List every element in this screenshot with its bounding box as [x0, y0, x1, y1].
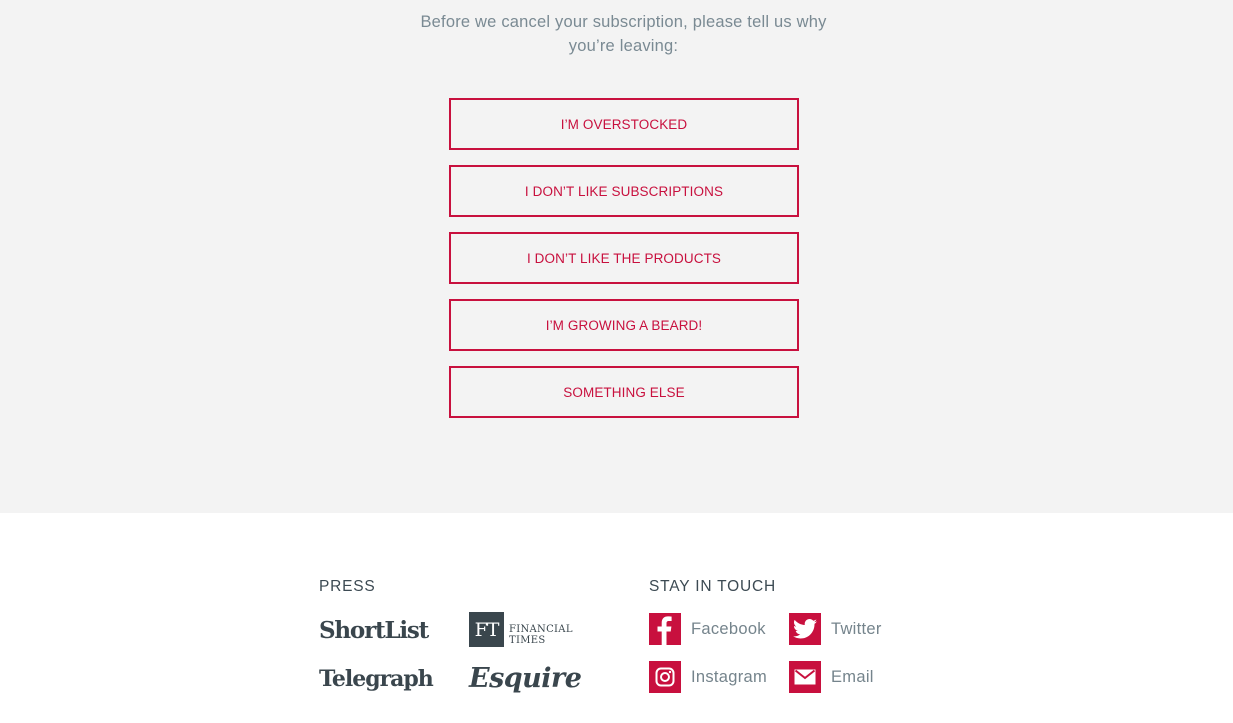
footer: PRESS STAY IN TOUCH ShortList FT FINANCI… [0, 513, 1233, 723]
reason-dislike-products-button[interactable]: I DON’T LIKE THE PRODUCTS [449, 232, 799, 284]
email-icon [789, 661, 821, 693]
facebook-icon [649, 613, 681, 645]
press-heading: PRESS [319, 578, 376, 595]
twitter-icon [789, 613, 821, 645]
twitter-label: Twitter [831, 619, 882, 638]
esquire-logo: Esquire [469, 663, 582, 694]
financial-times-logo: FT FINANCIAL TIMES [469, 612, 573, 647]
telegraph-logo: Telegraph [319, 666, 434, 692]
reason-overstocked-button[interactable]: I’M OVERSTOCKED [449, 98, 799, 150]
ft-logo-line-2: TIMES [509, 635, 546, 646]
instagram-link[interactable]: Instagram [649, 661, 767, 693]
email-link[interactable]: Email [789, 661, 874, 693]
shortlist-logo: ShortList [319, 617, 429, 644]
stay-in-touch-heading: STAY IN TOUCH [649, 578, 776, 595]
reason-growing-beard-button[interactable]: I’M GROWING A BEARD! [449, 299, 799, 351]
reason-no-subscriptions-button[interactable]: I DON’T LIKE SUBSCRIPTIONS [449, 165, 799, 217]
facebook-label: Facebook [691, 619, 766, 638]
ft-logo-text: FINANCIAL TIMES [509, 624, 573, 647]
ft-logo-box: FT [469, 612, 504, 647]
instagram-label: Instagram [691, 667, 768, 686]
reason-something-else-button[interactable]: SOMETHING ELSE [449, 366, 799, 418]
cancel-prompt-line-2: you’re leaving: [568, 37, 679, 55]
cancel-survey-section: Before we cancel your subscription, plea… [0, 0, 1233, 513]
email-label: Email [831, 667, 874, 686]
cancel-prompt-line-1: Before we cancel your subscription, plea… [420, 13, 827, 31]
cancel-prompt: Before we cancel your subscription, plea… [0, 10, 1233, 58]
instagram-icon [649, 661, 681, 693]
facebook-link[interactable]: Facebook [649, 613, 766, 645]
twitter-link[interactable]: Twitter [789, 613, 882, 645]
reason-list: I’M OVERSTOCKED I DON’T LIKE SUBSCRIPTIO… [449, 98, 799, 433]
ft-logo-line-1: FINANCIAL [509, 624, 573, 635]
